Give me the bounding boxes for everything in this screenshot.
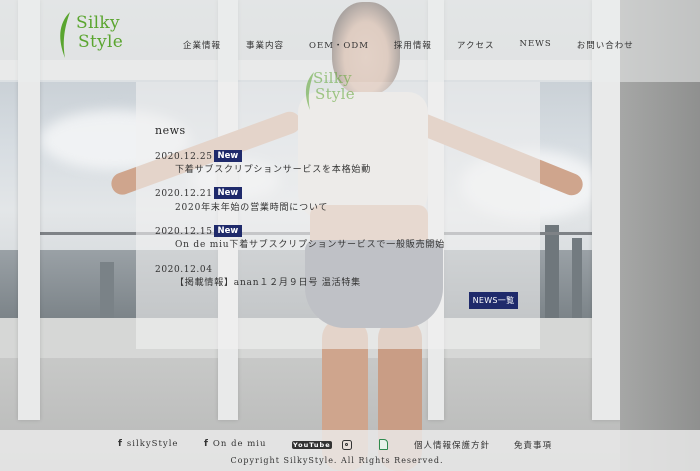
app-icon [379,439,388,450]
news-heading: news [155,124,186,137]
news-link[interactable]: 下着サブスクリプションサービスを本格始動 [175,162,371,175]
logo-line-1: Silky [313,69,352,87]
nav-access[interactable]: アクセス [457,39,495,51]
logo-line-1: Silky [76,13,120,33]
logo-line-2: Style [315,85,355,103]
new-badge: New [213,225,243,237]
footer-app[interactable] [379,439,388,450]
news-item[interactable]: 2020.12.21 New 2020年末年始の営業時間について [155,181,327,213]
footer-facebook-silkystyle[interactable]: f silkyStyle [118,439,178,449]
copyright: Copyright SilkyStyle. All Rights Reserve… [230,456,444,465]
nav-company[interactable]: 企業情報 [183,39,221,51]
logo-wordmark: Silky Style [76,14,123,52]
footer-links: f silkyStyle f On de miu YouTube 個人情報保護方… [118,439,588,453]
news-link[interactable]: On de miu下着サブスクリプションサービスで一般販売開始 [175,237,445,250]
footer-link-label: On de miu [212,439,267,449]
logo-line-2: Style [78,32,124,52]
main-nav: 企業情報 事業内容 OEM・ODM 採用情報 アクセス NEWS お問い合わせ [183,39,634,51]
watermark-logo: Silky Style [303,70,373,114]
footer-privacy-policy[interactable]: 個人情報保護方針 [414,439,490,451]
youtube-glyph: YouTube [292,441,332,449]
nav-oem-odm[interactable]: OEM・ODM [309,39,369,51]
news-item[interactable]: 2020.12.04 【掲載情報】anan１２月９日号 温活特集 [155,257,360,288]
news-list-button[interactable]: NEWS一覧 [469,292,518,309]
leaf-swoosh-icon [60,12,70,58]
new-badge: New [213,187,243,199]
news-date: 2020.12.15 [155,227,213,237]
facebook-icon: f [118,439,123,449]
news-date: 2020.12.04 [155,265,213,275]
footer-facebook-ondemiu[interactable]: f On de miu [204,439,267,449]
building [572,238,582,320]
news-item[interactable]: 2020.12.25 New 下着サブスクリプションサービスを本格始動 [155,144,370,175]
nav-news[interactable]: NEWS [520,39,552,51]
footer-youtube[interactable]: YouTube [292,440,332,450]
nav-business[interactable]: 事業内容 [246,39,284,51]
new-badge: New [213,150,243,162]
nav-recruit[interactable]: 採用情報 [394,39,432,51]
youtube-icon: YouTube [292,440,332,450]
nav-contact[interactable]: お問い合わせ [577,39,634,51]
site-logo[interactable]: Silky Style [56,8,136,64]
news-date: 2020.12.25 [155,152,213,162]
footer-link-label: silkyStyle [126,439,179,449]
news-item[interactable]: 2020.12.15 New On de miu下着サブスクリプションサービスで一… [155,219,444,250]
news-link[interactable]: 2020年末年始の営業時間について [175,200,328,213]
building [100,262,114,320]
site-footer: f silkyStyle f On de miu YouTube 個人情報保護方… [0,430,700,471]
facebook-icon: f [204,439,209,449]
footer-instagram[interactable] [342,440,352,450]
footer-disclaimer[interactable]: 免責事項 [514,439,552,451]
news-link[interactable]: 【掲載情報】anan１２月９日号 温活特集 [175,275,361,288]
watermark-wordmark: Silky Style [313,70,355,102]
building [545,225,559,320]
instagram-icon [342,440,352,450]
news-date: 2020.12.21 [155,189,213,199]
